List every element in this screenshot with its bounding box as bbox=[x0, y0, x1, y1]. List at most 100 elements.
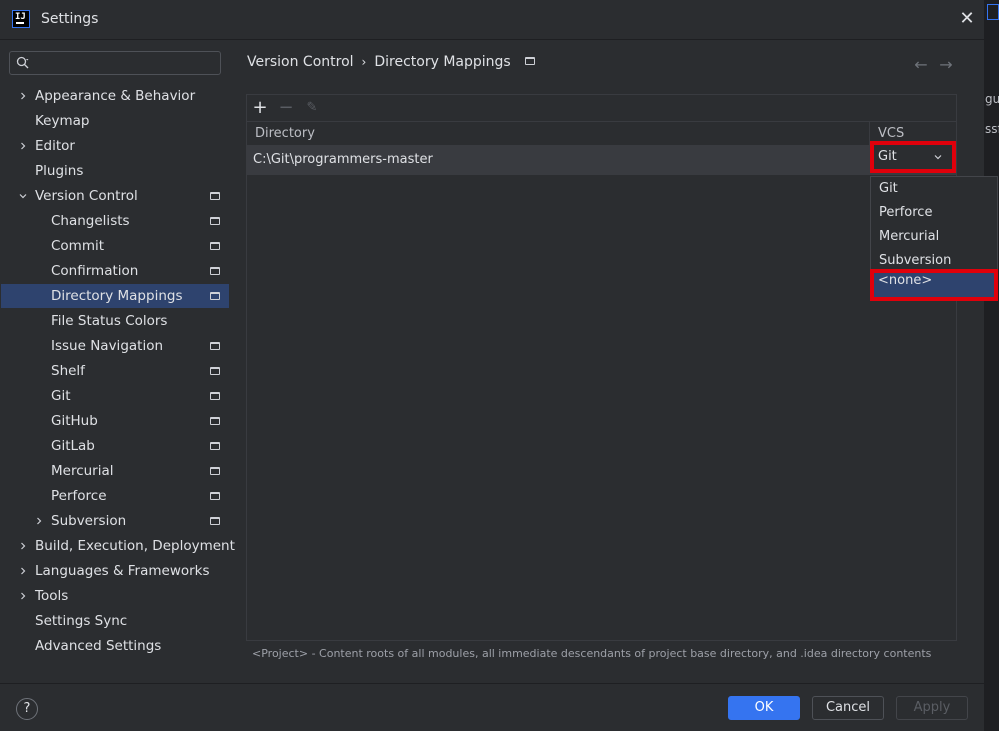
column-header-directory[interactable]: Directory bbox=[255, 126, 315, 141]
chevron-right-icon[interactable] bbox=[33, 509, 45, 533]
title-bar: IJ Settings ✕ bbox=[0, 0, 985, 40]
column-header-vcs[interactable]: VCS bbox=[878, 126, 904, 141]
project-scope-icon bbox=[210, 242, 220, 250]
sidebar-item-label: Advanced Settings bbox=[35, 638, 162, 654]
sidebar-item-label: Mercurial bbox=[51, 463, 114, 479]
project-scope-icon bbox=[210, 267, 220, 275]
breadcrumb-separator: › bbox=[361, 55, 367, 69]
sidebar-item-label: Build, Execution, Deployment bbox=[35, 538, 235, 554]
help-button[interactable]: ? bbox=[16, 698, 38, 720]
settings-dialog: IJ Settings ✕ Appearance & Behavior Keyma… bbox=[0, 0, 985, 731]
project-scope-icon bbox=[210, 367, 220, 375]
sidebar-item-shelf[interactable]: Shelf bbox=[1, 359, 229, 383]
project-scope-icon bbox=[210, 467, 220, 475]
vcs-option-perforce[interactable]: Perforce bbox=[871, 201, 997, 225]
edit-mapping-button[interactable]: ✎ bbox=[302, 98, 322, 118]
intellij-app-icon: IJ bbox=[12, 10, 30, 28]
sidebar-item-appearance-behavior[interactable]: Appearance & Behavior bbox=[1, 84, 229, 108]
add-mapping-button[interactable]: + bbox=[250, 98, 270, 118]
vcs-option-mercurial[interactable]: Mercurial bbox=[871, 225, 997, 249]
sidebar-item-gitlab[interactable]: GitLab bbox=[1, 434, 229, 458]
sidebar-item-label: Languages & Frameworks bbox=[35, 563, 210, 579]
sidebar-item-label: Confirmation bbox=[51, 263, 139, 279]
sidebar-item-label: Directory Mappings bbox=[51, 288, 183, 304]
remove-mapping-button[interactable]: − bbox=[276, 98, 296, 118]
sidebar-item-issue-navigation[interactable]: Issue Navigation bbox=[1, 334, 229, 358]
chevron-right-icon[interactable] bbox=[17, 559, 29, 583]
search-icon bbox=[16, 56, 29, 69]
background-text-2: ssf bbox=[985, 122, 999, 136]
chevron-right-icon[interactable] bbox=[17, 84, 29, 108]
sidebar-item-tools[interactable]: Tools bbox=[1, 584, 229, 608]
sidebar-item-label: Version Control bbox=[35, 188, 138, 204]
project-scope-icon bbox=[210, 342, 220, 350]
sidebar-item-plugins[interactable]: Plugins bbox=[1, 159, 229, 183]
directory-cell: C:\Git\programmers-master bbox=[253, 152, 433, 167]
sidebar-item-confirmation[interactable]: Confirmation bbox=[1, 259, 229, 283]
vcs-combo-box[interactable]: Git bbox=[870, 141, 956, 173]
sidebar-item-build-execution-deployment[interactable]: Build, Execution, Deployment bbox=[1, 534, 235, 558]
chevron-down-icon bbox=[934, 155, 942, 160]
sidebar-item-label: Changelists bbox=[51, 213, 130, 229]
close-icon[interactable]: ✕ bbox=[957, 9, 977, 29]
dialog-footer: ? OK Cancel Apply bbox=[0, 683, 985, 731]
sidebar-item-commit[interactable]: Commit bbox=[1, 234, 229, 258]
chevron-right-icon[interactable] bbox=[17, 134, 29, 158]
sidebar-item-file-status-colors[interactable]: File Status Colors bbox=[1, 309, 229, 333]
sidebar-item-advanced-settings[interactable]: Advanced Settings bbox=[1, 634, 229, 658]
sidebar-item-keymap[interactable]: Keymap bbox=[1, 109, 229, 133]
sidebar-item-label: File Status Colors bbox=[51, 313, 168, 329]
vcs-option-git[interactable]: Git bbox=[871, 177, 997, 201]
sidebar-item-languages-frameworks[interactable]: Languages & Frameworks bbox=[1, 559, 229, 583]
forward-arrow-icon[interactable]: → bbox=[937, 55, 955, 75]
sidebar-item-github[interactable]: GitHub bbox=[1, 409, 229, 433]
vcs-option-none[interactable]: <none> bbox=[870, 269, 998, 301]
ok-button[interactable]: OK bbox=[728, 696, 800, 720]
sidebar-item-mercurial[interactable]: Mercurial bbox=[1, 459, 229, 483]
sidebar-item-label: Git bbox=[51, 388, 71, 404]
back-arrow-icon[interactable]: ← bbox=[912, 55, 930, 75]
table-row[interactable]: C:\Git\programmers-master bbox=[247, 145, 956, 175]
project-scope-icon bbox=[210, 192, 220, 200]
sidebar-item-version-control[interactable]: Version Control bbox=[1, 184, 229, 208]
sidebar-item-label: Appearance & Behavior bbox=[35, 88, 196, 104]
cancel-button[interactable]: Cancel bbox=[812, 696, 884, 720]
background-window-control bbox=[987, 4, 999, 20]
sidebar-item-settings-sync[interactable]: Settings Sync bbox=[1, 609, 229, 633]
vcs-combo-value: Git bbox=[878, 149, 897, 164]
sidebar-item-label: Keymap bbox=[35, 113, 90, 129]
chevron-right-icon[interactable] bbox=[17, 534, 29, 558]
sidebar-item-label: GitLab bbox=[51, 438, 95, 454]
search-input[interactable] bbox=[9, 51, 221, 75]
project-scope-icon bbox=[210, 292, 220, 300]
sidebar-item-editor[interactable]: Editor bbox=[1, 134, 229, 158]
sidebar-item-subversion[interactable]: Subversion bbox=[1, 509, 229, 533]
sidebar-item-label: Plugins bbox=[35, 163, 84, 179]
background-window: gur ssf bbox=[985, 0, 999, 731]
sidebar-item-label: Issue Navigation bbox=[51, 338, 164, 354]
sidebar-item-changelists[interactable]: Changelists bbox=[1, 209, 229, 233]
table-header: Directory VCS bbox=[247, 121, 956, 145]
breadcrumb-current: Directory Mappings bbox=[374, 54, 511, 70]
table-toolbar: + − ✎ bbox=[247, 95, 956, 121]
project-scope-icon bbox=[210, 217, 220, 225]
project-scope-icon bbox=[210, 442, 220, 450]
project-scope-icon bbox=[210, 517, 220, 525]
background-text-1: gur bbox=[985, 92, 999, 106]
window-title: Settings bbox=[41, 11, 99, 27]
sidebar-item-label: Commit bbox=[51, 238, 105, 254]
sidebar-item-label: Shelf bbox=[51, 363, 85, 379]
breadcrumb-parent[interactable]: Version Control bbox=[247, 54, 354, 70]
sidebar-item-directory-mappings[interactable]: Directory Mappings bbox=[1, 284, 229, 308]
project-description-note: <Project> - Content roots of all modules… bbox=[252, 647, 932, 660]
project-scope-icon bbox=[210, 492, 220, 500]
sidebar-item-label: Editor bbox=[35, 138, 75, 154]
chevron-right-icon[interactable] bbox=[17, 584, 29, 608]
sidebar-item-git[interactable]: Git bbox=[1, 384, 229, 408]
apply-button[interactable]: Apply bbox=[896, 696, 968, 720]
sidebar-item-perforce[interactable]: Perforce bbox=[1, 484, 229, 508]
sidebar-item-label: Settings Sync bbox=[35, 613, 128, 629]
chevron-down-icon[interactable] bbox=[17, 184, 29, 208]
sidebar-item-label: Subversion bbox=[51, 513, 127, 529]
sidebar-item-label: Perforce bbox=[51, 488, 107, 504]
